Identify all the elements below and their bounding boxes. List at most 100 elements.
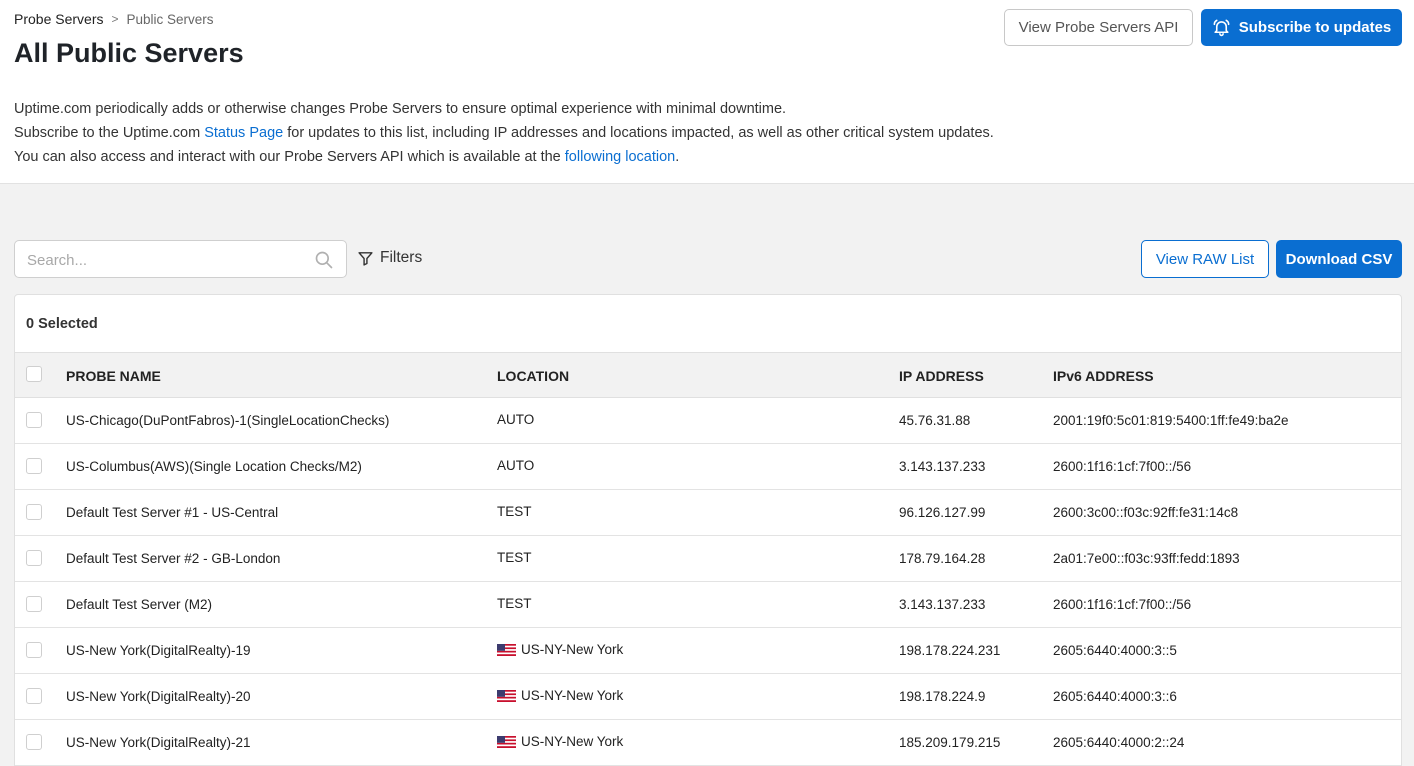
- download-csv-label: Download CSV: [1285, 250, 1393, 268]
- location-text: AUTO: [497, 458, 535, 473]
- breadcrumb-separator: >: [111, 12, 119, 26]
- view-probe-servers-api-button[interactable]: View Probe Servers API: [1004, 9, 1193, 46]
- table-body: US-Chicago(DuPontFabros)-1(SingleLocatio…: [15, 398, 1401, 766]
- row-checkbox[interactable]: [26, 734, 42, 750]
- status-page-link[interactable]: Status Page: [204, 125, 283, 141]
- intro-line-1: Uptime.com periodically adds or otherwis…: [14, 101, 787, 117]
- select-all-checkbox[interactable]: [26, 366, 42, 382]
- probe-name: Default Test Server (M2): [66, 597, 213, 612]
- ipv6-address: 2a01:7e00::f03c:93ff:fedd:1893: [1053, 551, 1240, 566]
- intro-text: Uptime.com periodically adds or otherwis…: [14, 97, 994, 169]
- ipv6-address: 2605:6440:4000:3::5: [1053, 643, 1177, 658]
- view-api-label: View Probe Servers API: [1018, 19, 1179, 36]
- location-text: TEST: [497, 596, 532, 611]
- table-row[interactable]: US-New York(DigitalRealty)-21 US-NY-New …: [15, 720, 1401, 766]
- subscribe-label: Subscribe to updates: [1238, 19, 1392, 36]
- location-cell: AUTO: [497, 458, 534, 473]
- intro-line-3-prefix: You can also access and interact with ou…: [14, 149, 565, 165]
- download-csv-button[interactable]: Download CSV: [1276, 240, 1402, 278]
- table-row[interactable]: US-Chicago(DuPontFabros)-1(SingleLocatio…: [15, 398, 1401, 444]
- intro-line-2: Subscribe to the Uptime.com Status Page …: [14, 121, 994, 145]
- search-icon[interactable]: [314, 250, 334, 270]
- probe-name: US-New York(DigitalRealty)-19: [66, 643, 251, 658]
- intro-line-2-prefix: Subscribe to the Uptime.com: [14, 125, 205, 141]
- probe-name: US-New York(DigitalRealty)-20: [66, 689, 251, 704]
- ip-address: 178.79.164.28: [899, 551, 986, 566]
- probe-name: US-New York(DigitalRealty)-21: [66, 735, 251, 750]
- breadcrumb: Probe Servers > Public Servers: [14, 11, 214, 27]
- location-text: US-NY-New York: [521, 734, 624, 749]
- ipv6-address: 2600:3c00::f03c:92ff:fe31:14c8: [1053, 505, 1239, 520]
- filter-icon: [358, 251, 373, 266]
- column-location[interactable]: LOCATION: [497, 368, 569, 384]
- page-title: All Public Servers: [14, 38, 244, 68]
- table-row[interactable]: US-Columbus(AWS)(Single Location Checks/…: [15, 444, 1401, 490]
- probe-name: US-Columbus(AWS)(Single Location Checks/…: [66, 459, 362, 474]
- location-cell: AUTO: [497, 412, 534, 427]
- breadcrumb-current: Public Servers: [126, 11, 214, 27]
- breadcrumb-probe-servers-link[interactable]: Probe Servers: [14, 11, 103, 27]
- filters-button[interactable]: Filters: [357, 249, 422, 267]
- location-text: AUTO: [497, 412, 535, 427]
- intro-line-3-suffix: .: [675, 149, 680, 165]
- table-row[interactable]: Default Test Server #1 - US-Central TEST…: [15, 490, 1401, 536]
- location-text: US-NY-New York: [521, 688, 624, 703]
- column-ipv6-address[interactable]: IPv6 ADDRESS: [1053, 368, 1154, 384]
- probe-servers-table: 0 Selected PROBE NAME LOCATION IP ADDRES…: [14, 294, 1402, 766]
- filters-label: Filters: [380, 249, 423, 266]
- ip-address: 45.76.31.88: [899, 413, 971, 428]
- ip-address: 3.143.137.233: [899, 597, 986, 612]
- intro-line-3: You can also access and interact with ou…: [14, 145, 994, 169]
- column-probe-name[interactable]: PROBE NAME: [66, 368, 161, 384]
- row-checkbox[interactable]: [26, 458, 42, 474]
- location-cell: US-NY-New York: [497, 642, 623, 657]
- row-checkbox[interactable]: [26, 596, 42, 612]
- row-checkbox[interactable]: [26, 504, 42, 520]
- us-flag-icon: [497, 735, 516, 748]
- location-cell: US-NY-New York: [497, 688, 623, 703]
- column-ip-address[interactable]: IP ADDRESS: [899, 368, 984, 384]
- bell-icon: [1213, 19, 1230, 37]
- selected-count: 0 Selected: [26, 316, 98, 332]
- following-location-link[interactable]: following location: [565, 149, 675, 165]
- ip-address: 198.178.224.9: [899, 689, 986, 704]
- location-text: TEST: [497, 504, 532, 519]
- ipv6-address: 2605:6440:4000:2::24: [1053, 735, 1185, 750]
- table-row[interactable]: Default Test Server #2 - GB-London TEST …: [15, 536, 1401, 582]
- table-row[interactable]: Default Test Server (M2) TEST 3.143.137.…: [15, 582, 1401, 628]
- subscribe-to-updates-button[interactable]: Subscribe to updates: [1201, 9, 1402, 46]
- location-text: US-NY-New York: [521, 642, 624, 657]
- probe-name: Default Test Server #2 - GB-London: [66, 551, 281, 566]
- ipv6-address: 2001:19f0:5c01:819:5400:1ff:fe49:ba2e: [1053, 413, 1289, 428]
- search-input[interactable]: [27, 249, 307, 271]
- us-flag-icon: [497, 643, 516, 656]
- search-box: [14, 240, 347, 278]
- ip-address: 3.143.137.233: [899, 459, 986, 474]
- ip-address: 185.209.179.215: [899, 735, 1001, 750]
- row-checkbox[interactable]: [26, 688, 42, 704]
- table-header: PROBE NAME LOCATION IP ADDRESS IPv6 ADDR…: [15, 352, 1401, 398]
- row-checkbox[interactable]: [26, 550, 42, 566]
- page-header: Probe Servers > Public Servers All Publi…: [0, 0, 1414, 184]
- row-checkbox[interactable]: [26, 412, 42, 428]
- location-cell: TEST: [497, 596, 532, 611]
- ipv6-address: 2600:1f16:1cf:7f00::/56: [1053, 459, 1192, 474]
- location-text: TEST: [497, 550, 532, 565]
- ip-address: 198.178.224.231: [899, 643, 1001, 658]
- ipv6-address: 2605:6440:4000:3::6: [1053, 689, 1177, 704]
- location-cell: US-NY-New York: [497, 734, 623, 749]
- table-toolbar: Filters View RAW List Download CSV: [14, 240, 1402, 278]
- probe-name: US-Chicago(DuPontFabros)-1(SingleLocatio…: [66, 413, 390, 428]
- intro-line-2-suffix: for updates to this list, including IP a…: [283, 125, 994, 141]
- table-row[interactable]: US-New York(DigitalRealty)-20 US-NY-New …: [15, 674, 1401, 720]
- row-checkbox[interactable]: [26, 642, 42, 658]
- location-cell: TEST: [497, 504, 532, 519]
- ipv6-address: 2600:1f16:1cf:7f00::/56: [1053, 597, 1192, 612]
- ip-address: 96.126.127.99: [899, 505, 986, 520]
- probe-name: Default Test Server #1 - US-Central: [66, 505, 279, 520]
- view-raw-list-label: View RAW List: [1155, 250, 1255, 268]
- view-raw-list-button[interactable]: View RAW List: [1141, 240, 1269, 278]
- us-flag-icon: [497, 689, 516, 702]
- table-row[interactable]: US-New York(DigitalRealty)-19 US-NY-New …: [15, 628, 1401, 674]
- location-cell: TEST: [497, 550, 532, 565]
